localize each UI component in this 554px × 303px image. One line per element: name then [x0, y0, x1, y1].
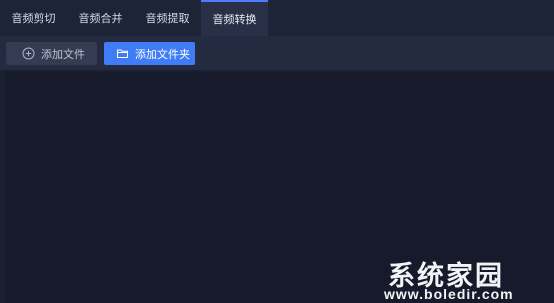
add-file-button[interactable]: 添加文件: [6, 42, 97, 65]
tab-audio-convert[interactable]: 音频转换: [201, 0, 268, 36]
tab-label: 音频提取: [145, 13, 190, 25]
tab-label: 音频剪切: [11, 13, 56, 25]
add-folder-button[interactable]: 添加文件夹: [104, 42, 195, 65]
tab-audio-merge[interactable]: 音频合并: [67, 0, 134, 36]
plus-circle-icon: [22, 47, 35, 60]
add-file-label: 添加文件: [41, 48, 85, 61]
app-window: 音频剪切 音频合并 音频提取 音频转换 添加文件 添加文件夹 系统家园 www.…: [0, 0, 554, 303]
tab-label: 音频合并: [78, 13, 123, 25]
tab-audio-extract[interactable]: 音频提取: [134, 0, 201, 36]
tab-audio-cut[interactable]: 音频剪切: [0, 0, 67, 36]
folder-icon: [116, 47, 129, 60]
tab-label: 音频转换: [212, 14, 257, 26]
add-folder-label: 添加文件夹: [135, 48, 190, 61]
file-list-area[interactable]: [6, 72, 554, 303]
toolbar: 添加文件 添加文件夹: [0, 36, 554, 70]
tab-bar: 音频剪切 音频合并 音频提取 音频转换: [0, 0, 554, 36]
